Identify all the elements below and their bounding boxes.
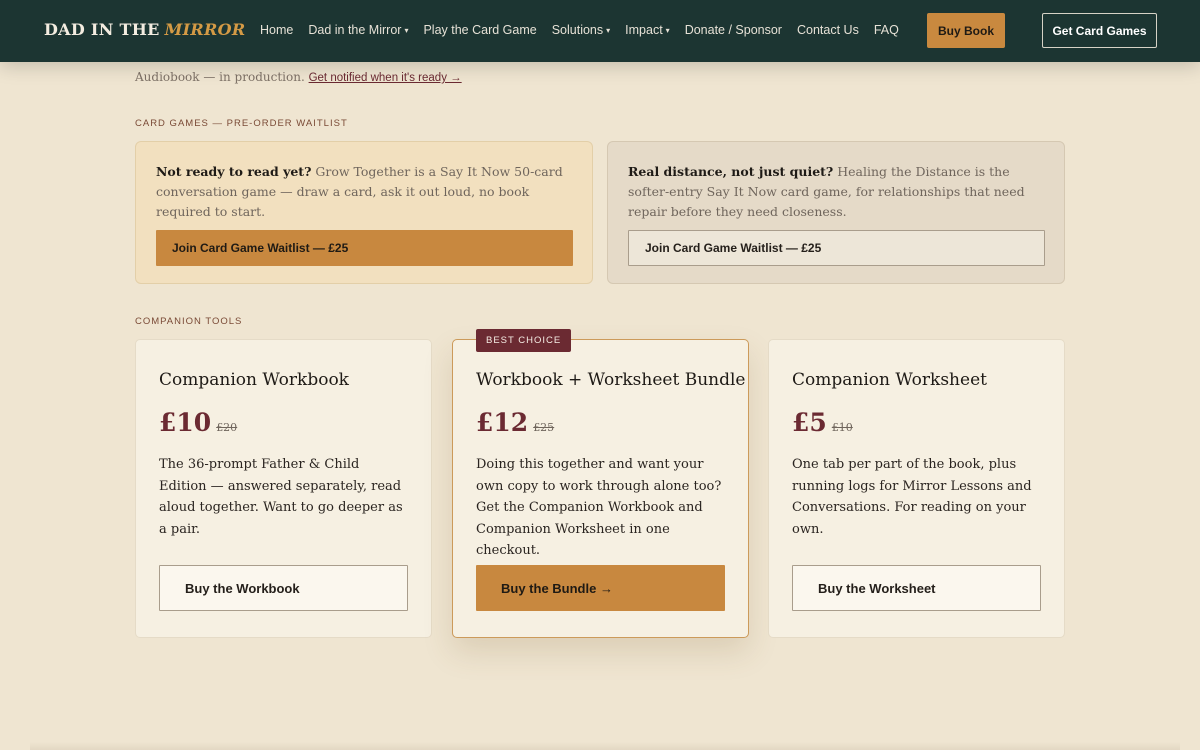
- buy-worksheet-button[interactable]: Buy the Worksheet: [792, 565, 1041, 611]
- buy-bundle-button[interactable]: Buy the Bundle →: [476, 565, 725, 611]
- audiobook-notify-link[interactable]: Get notified when it's ready →: [309, 72, 462, 84]
- chevron-down-icon: ▾: [606, 26, 611, 35]
- nav-link-impact[interactable]: Impact ▾: [625, 23, 670, 37]
- product-title: Companion Worksheet: [792, 370, 987, 390]
- top-nav: DAD IN THE MIRROR Home Dad in the Mirror ▾…: [0, 0, 1200, 62]
- card-game-healing-the-distance: Real distance, not just quiet? Healing t…: [607, 141, 1065, 284]
- product-card-workbook: Companion Workbook £10 £20 The 36-prompt …: [135, 339, 432, 638]
- current-price: £5: [792, 408, 827, 437]
- nav-link-home[interactable]: Home: [260, 23, 293, 37]
- chevron-down-icon: ▾: [404, 26, 409, 35]
- product-description: The 36-prompt Father & Child Edition — a…: [159, 457, 403, 537]
- product-price: £10 £20: [159, 408, 237, 437]
- best-choice-badge: BEST CHOICE: [476, 329, 572, 352]
- nav-link-dad-in-the-mirror[interactable]: Dad in the Mirror ▾: [308, 23, 408, 37]
- audiobook-text: Audiobook — in production.: [135, 70, 305, 84]
- companion-tools-section-label: COMPANION TOOLS: [135, 316, 243, 327]
- nav-link-faq[interactable]: FAQ: [874, 23, 899, 37]
- product-card-worksheet: Companion Worksheet £5 £10 One tab per pa…: [768, 339, 1065, 638]
- join-waitlist-button[interactable]: Join Card Game Waitlist — £25: [156, 230, 573, 266]
- section-divider: [30, 742, 1180, 750]
- buy-workbook-button[interactable]: Buy the Workbook: [159, 565, 408, 611]
- product-title: Companion Workbook: [159, 370, 349, 390]
- nav-links: Home Dad in the Mirror ▾ Play the Card Ga…: [260, 23, 899, 37]
- card-game-grow-together: Not ready to read yet? Grow Together is …: [135, 141, 593, 284]
- card-game-description: Real distance, not just quiet? Healing t…: [628, 164, 1025, 219]
- card-game-description: Not ready to read yet? Grow Together is …: [156, 164, 563, 219]
- original-price: £10: [831, 421, 853, 434]
- product-price: £5 £10: [792, 408, 853, 437]
- buy-book-button[interactable]: Buy Book: [927, 13, 1005, 48]
- logo-accent-text: MIRROR: [164, 20, 246, 39]
- product-title: Workbook + Worksheet Bundle: [476, 370, 746, 390]
- product-card-bundle: BEST CHOICE Workbook + Worksheet Bundle …: [452, 329, 749, 638]
- logo-main-text: DAD IN THE: [44, 20, 160, 39]
- nav-link-donate-sponsor[interactable]: Donate / Sponsor: [685, 23, 782, 37]
- original-price: £25: [533, 421, 555, 434]
- chevron-down-icon: ▾: [665, 26, 670, 35]
- current-price: £10: [159, 408, 212, 437]
- site-logo[interactable]: DAD IN THE MIRROR: [44, 20, 245, 39]
- audiobook-notice: Audiobook — in production. Get notified …: [135, 70, 462, 84]
- product-price: £12 £25: [476, 408, 554, 437]
- nav-link-solutions[interactable]: Solutions ▾: [552, 23, 610, 37]
- original-price: £20: [216, 421, 238, 434]
- card-games-section-label: CARD GAMES — PRE-ORDER WAITLIST: [135, 118, 348, 129]
- nav-link-play-card-game[interactable]: Play the Card Game: [423, 23, 536, 37]
- join-waitlist-button[interactable]: Join Card Game Waitlist — £25: [628, 230, 1045, 266]
- get-card-games-button[interactable]: Get Card Games: [1042, 13, 1157, 48]
- nav-link-contact-us[interactable]: Contact Us: [797, 23, 859, 37]
- product-description: Doing this together and want your own co…: [476, 457, 722, 558]
- current-price: £12: [476, 408, 529, 437]
- product-description: One tab per part of the book, plus runni…: [792, 457, 1032, 537]
